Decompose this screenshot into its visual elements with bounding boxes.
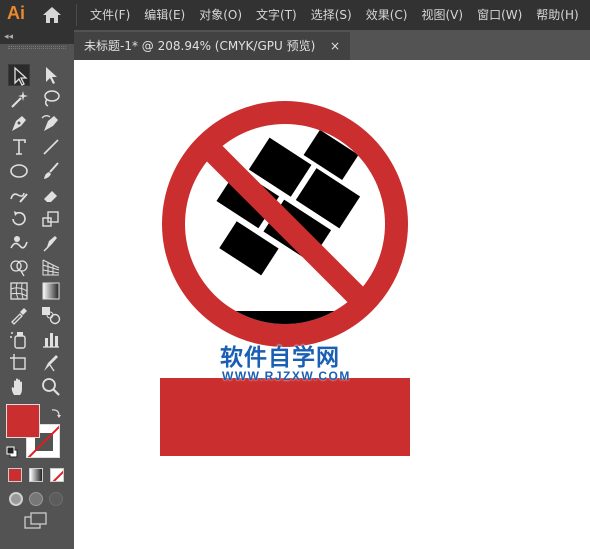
collapse-toolbar-button[interactable]: ◂◂: [4, 30, 13, 44]
eyedropper-tool-icon[interactable]: [8, 304, 30, 326]
document-tab-bar: 未标题-1* @ 208.94% (CMYK/GPU 预览) ×: [74, 30, 590, 60]
hand-tool-icon[interactable]: [8, 376, 30, 398]
menu-effect[interactable]: 效果(C): [366, 0, 408, 30]
color-mode-button[interactable]: [8, 468, 22, 482]
free-transform-tool-icon[interactable]: [40, 232, 62, 254]
draw-inside-icon[interactable]: [49, 492, 63, 506]
warp-tool-icon[interactable]: [8, 232, 30, 254]
close-tab-button[interactable]: ×: [330, 32, 340, 60]
artboard-canvas[interactable]: 软件自学网 WWW.RJZXW.COM: [74, 60, 590, 549]
symbol-sprayer-tool-icon[interactable]: [8, 328, 30, 350]
toolbar-header: ◂◂: [0, 30, 74, 44]
draw-normal-icon[interactable]: [9, 492, 23, 506]
fill-swatch[interactable]: [6, 404, 40, 438]
default-fill-stroke-icon[interactable]: [6, 443, 18, 458]
red-label-rect[interactable]: [160, 378, 410, 456]
paintbrush-tool-icon[interactable]: [40, 160, 62, 182]
magic-wand-tool-icon[interactable]: [8, 88, 30, 110]
tools-panel: [0, 44, 74, 549]
app-logo: Ai: [7, 3, 25, 23]
menu-help[interactable]: 帮助(H): [536, 0, 578, 30]
lasso-tool-icon[interactable]: [40, 88, 62, 110]
ellipse-tool-icon[interactable]: [8, 160, 30, 182]
home-icon[interactable]: [42, 6, 62, 24]
line-segment-tool-icon[interactable]: [40, 136, 62, 158]
direct-selection-tool-icon[interactable]: [40, 64, 62, 86]
selection-tool-icon[interactable]: [8, 64, 30, 86]
watermark-title: 软件自学网: [220, 345, 340, 371]
column-graph-tool-icon[interactable]: [40, 328, 62, 350]
curvature-tool-icon[interactable]: [40, 112, 62, 134]
type-tool-icon[interactable]: [8, 136, 30, 158]
perspective-grid-tool-icon[interactable]: [40, 256, 62, 278]
document-tab-title: 未标题-1* @ 208.94% (CMYK/GPU 预览): [84, 39, 316, 53]
shaper-tool-icon[interactable]: [8, 184, 30, 206]
menu-separator: [76, 4, 77, 26]
menu-type[interactable]: 文字(T): [256, 0, 297, 30]
shape-builder-tool-icon[interactable]: [8, 256, 30, 278]
menu-bar: Ai 文件(F) 编辑(E) 对象(O) 文字(T) 选择(S) 效果(C) 视…: [0, 0, 590, 30]
draw-behind-icon[interactable]: [29, 492, 43, 506]
gradient-tool-icon[interactable]: [40, 280, 62, 302]
toolbar-grip[interactable]: [8, 46, 66, 49]
rotate-tool-icon[interactable]: [8, 208, 30, 230]
mesh-tool-icon[interactable]: [8, 280, 30, 302]
menu-select[interactable]: 选择(S): [311, 0, 352, 30]
menu-object[interactable]: 对象(O): [199, 0, 242, 30]
none-mode-button[interactable]: [50, 468, 64, 482]
blend-tool-icon[interactable]: [40, 304, 62, 326]
menu-file[interactable]: 文件(F): [90, 0, 130, 30]
scale-tool-icon[interactable]: [40, 208, 62, 230]
artboard-tool-icon[interactable]: [8, 352, 30, 374]
watermark-url: WWW.RJZXW.COM: [222, 369, 351, 383]
menu-items: 文件(F) 编辑(E) 对象(O) 文字(T) 选择(S) 效果(C) 视图(V…: [90, 0, 590, 30]
document-tab[interactable]: 未标题-1* @ 208.94% (CMYK/GPU 预览) ×: [74, 32, 350, 60]
change-screen-mode-icon[interactable]: [24, 512, 48, 530]
menu-edit[interactable]: 编辑(E): [144, 0, 185, 30]
menu-view[interactable]: 视图(V): [421, 0, 463, 30]
artwork: [160, 101, 410, 456]
menu-window[interactable]: 窗口(W): [477, 0, 522, 30]
pen-tool-icon[interactable]: [8, 112, 30, 134]
gradient-mode-button[interactable]: [29, 468, 43, 482]
swap-fill-stroke-icon[interactable]: [50, 404, 62, 418]
slice-tool-icon[interactable]: [40, 352, 62, 374]
zoom-tool-icon[interactable]: [40, 376, 62, 398]
eraser-tool-icon[interactable]: [40, 184, 62, 206]
